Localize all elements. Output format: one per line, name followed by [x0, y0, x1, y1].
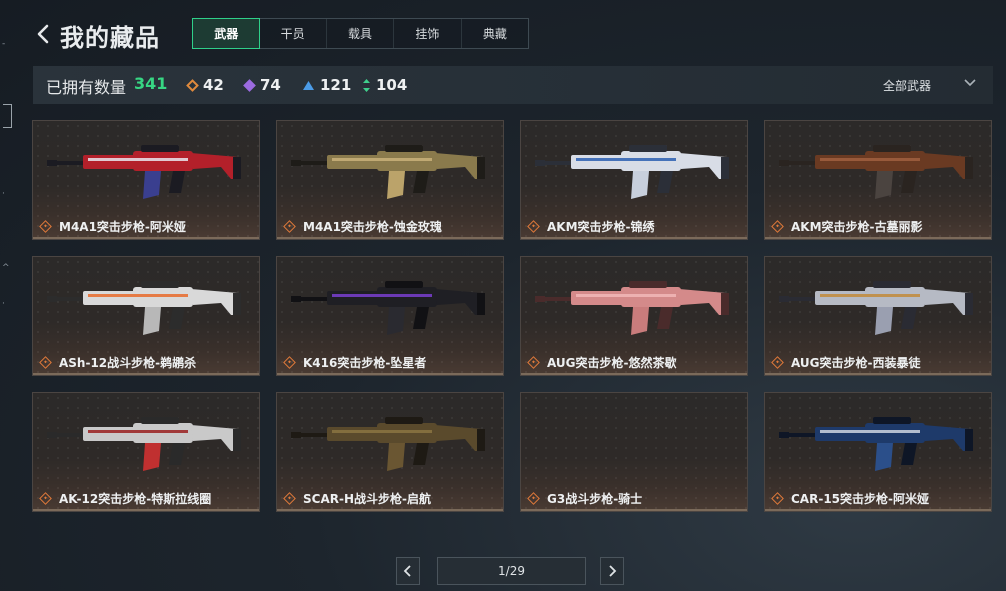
- weapon-name-text: AUG突击步枪-西装暴徒: [791, 356, 921, 370]
- weapon-name-text: K416突击步枪-坠星者: [303, 356, 427, 370]
- weapon-name: M4A1突击步枪-蚀金玫瑰: [283, 218, 442, 235]
- edge-bracket-icon: [3, 104, 12, 128]
- weapon-name-text: AK-12突击步枪-特斯拉线圈: [59, 492, 212, 506]
- weapon-image: [779, 281, 973, 335]
- rarity-diamond-icon: [283, 492, 296, 505]
- stats-bar: 已拥有数量 341 42 74 121 104 全部武器: [33, 66, 993, 104]
- weapon-name-text: M4A1突击步枪-阿米娅: [59, 220, 186, 234]
- weapon-card[interactable]: ASh-12战斗步枪-鹈鹕杀: [32, 256, 260, 376]
- weapon-name: AUG突击步枪-西装暴徒: [771, 354, 921, 371]
- weapon-name: K416突击步枪-坠星者: [283, 354, 427, 371]
- weapon-name: ASh-12战斗步枪-鹈鹕杀: [39, 354, 197, 371]
- rarity-diamond-icon: [39, 492, 52, 505]
- edge-dot-icon: ·: [2, 299, 5, 309]
- category-tabs: 武器 干员 载具 挂饰 典藏: [192, 18, 529, 49]
- orange-diamond-icon: [186, 78, 199, 92]
- tab-vehicles[interactable]: 载具: [327, 19, 395, 48]
- prev-page-button[interactable]: [396, 557, 420, 585]
- weapon-name-text: ASh-12战斗步枪-鹈鹕杀: [59, 356, 197, 370]
- weapon-image: [779, 145, 973, 199]
- owned-count-label: 已拥有数量: [46, 78, 127, 97]
- rarity-diamond-icon: [771, 356, 784, 369]
- tab-collection[interactable]: 典藏: [462, 19, 528, 48]
- weapon-name: AK-12突击步枪-特斯拉线圈: [39, 490, 212, 507]
- rarity-diamond-icon: [39, 356, 52, 369]
- weapon-image: [291, 417, 485, 471]
- tab-charms[interactable]: 挂饰: [394, 19, 462, 48]
- chevron-down-icon[interactable]: [963, 75, 977, 89]
- chevron-left-icon: [403, 565, 411, 577]
- weapon-name-text: SCAR-H战斗步枪-启航: [303, 492, 431, 506]
- weapon-card[interactable]: K416突击步枪-坠星者: [276, 256, 504, 376]
- purple-diamond-icon: [243, 78, 256, 92]
- weapon-name: AKM突击步枪-锦绣: [527, 218, 655, 235]
- rarity-count-value: 42: [203, 76, 224, 94]
- page-title: 我的藏品: [60, 24, 160, 52]
- rarity-diamond-icon: [283, 356, 296, 369]
- weapon-name-text: M4A1突击步枪-蚀金玫瑰: [303, 220, 442, 234]
- weapon-card[interactable]: M4A1突击步枪-阿米娅: [32, 120, 260, 240]
- weapon-card[interactable]: AUG突击步枪-西装暴徒: [764, 256, 992, 376]
- rarity-diamond-icon: [39, 220, 52, 233]
- rarity-diamond-icon: [283, 220, 296, 233]
- rarity-diamond-icon: [771, 492, 784, 505]
- weapon-name: CAR-15突击步枪-阿米娅: [771, 490, 929, 507]
- weapon-image: [291, 281, 485, 335]
- chevron-left-icon: [37, 24, 49, 44]
- weapon-name-text: CAR-15突击步枪-阿米娅: [791, 492, 929, 506]
- rarity-diamond-icon: [527, 356, 540, 369]
- weapon-name: SCAR-H战斗步枪-启航: [283, 490, 431, 507]
- rarity-count-purple: 74: [243, 76, 281, 94]
- weapon-card[interactable]: AKM突击步枪-锦绣: [520, 120, 748, 240]
- weapon-image: [535, 281, 729, 335]
- owned-count-value: 341: [134, 74, 168, 93]
- weapon-image: [47, 417, 241, 471]
- weapon-filter-dropdown[interactable]: 全部武器: [883, 77, 931, 94]
- rarity-diamond-icon: [527, 220, 540, 233]
- rarity-count-green: 104: [363, 76, 407, 94]
- weapon-name: M4A1突击步枪-阿米娅: [39, 218, 186, 235]
- edge-dot-icon: ·: [2, 189, 5, 199]
- green-arrows-icon: [363, 78, 370, 92]
- rarity-count-value: 74: [260, 76, 281, 94]
- weapon-card[interactable]: SCAR-H战斗步枪-启航: [276, 392, 504, 512]
- weapon-card[interactable]: AKM突击步枪-古墓丽影: [764, 120, 992, 240]
- weapon-card[interactable]: G3战斗步枪-骑士: [520, 392, 748, 512]
- back-button[interactable]: [34, 20, 54, 48]
- weapon-name-text: G3战斗步枪-骑士: [547, 492, 643, 506]
- weapon-name-text: AKM突击步枪-锦绣: [547, 220, 655, 234]
- weapon-card[interactable]: M4A1突击步枪-蚀金玫瑰: [276, 120, 504, 240]
- rarity-count-value: 121: [320, 76, 352, 94]
- tab-weapons[interactable]: 武器: [192, 18, 261, 49]
- left-edge-strip: ‐ · ^ ·: [0, 0, 14, 591]
- weapon-image: [47, 281, 241, 335]
- tab-operators[interactable]: 干员: [259, 19, 327, 48]
- weapon-name: AKM突击步枪-古墓丽影: [771, 218, 923, 235]
- rarity-count-blue: 121: [303, 76, 351, 94]
- edge-caret-up-icon[interactable]: ^: [2, 264, 10, 273]
- weapon-image: [779, 417, 973, 471]
- rarity-diamond-icon: [771, 220, 784, 233]
- rarity-diamond-icon: [527, 492, 540, 505]
- chevron-right-icon: [609, 565, 617, 577]
- blue-triangle-icon: [303, 80, 314, 90]
- weapon-name: AUG突击步枪-悠然茶歇: [527, 354, 677, 371]
- weapon-card[interactable]: AUG突击步枪-悠然茶歇: [520, 256, 748, 376]
- weapon-name-text: AUG突击步枪-悠然茶歇: [547, 356, 677, 370]
- edge-dash-icon: ‐: [2, 39, 6, 49]
- weapon-card[interactable]: CAR-15突击步枪-阿米娅: [764, 392, 992, 512]
- weapon-name-text: AKM突击步枪-古墓丽影: [791, 220, 923, 234]
- weapon-image: [535, 145, 729, 199]
- weapon-image: [47, 145, 241, 199]
- page-indicator: 1/29: [437, 557, 586, 585]
- weapon-card[interactable]: AK-12突击步枪-特斯拉线圈: [32, 392, 260, 512]
- weapon-name: G3战斗步枪-骑士: [527, 490, 643, 507]
- weapon-image: [291, 145, 485, 199]
- rarity-count-value: 104: [376, 76, 408, 94]
- rarity-count-orange: 42: [186, 76, 224, 94]
- next-page-button[interactable]: [600, 557, 624, 585]
